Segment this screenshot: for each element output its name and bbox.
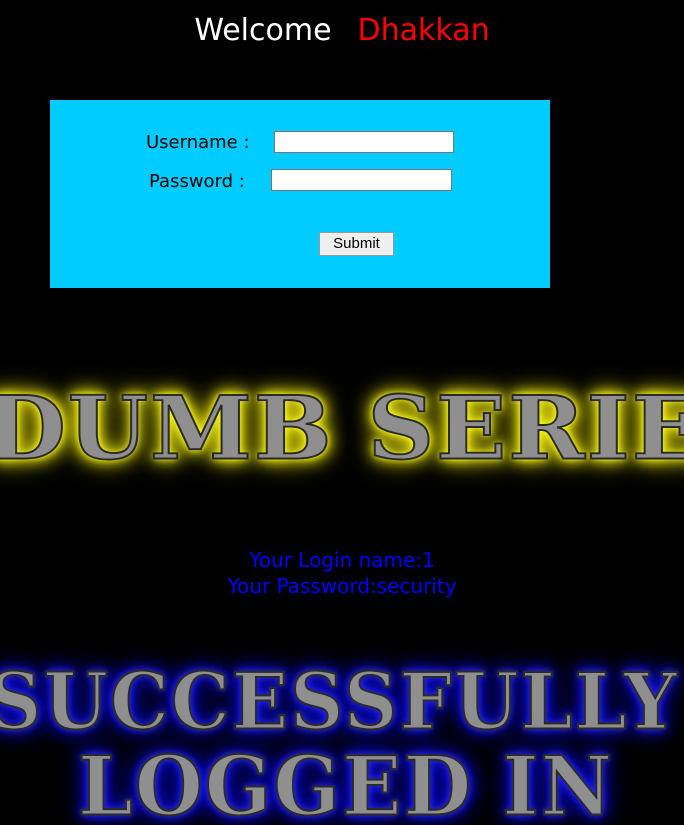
welcome-text: Welcome [194,13,332,48]
page: Welcome Dhakkan Username : Password : Sub… [0,0,684,825]
successfully-banner: SUCCESSFULLY [0,656,679,748]
password-label: Password : [149,171,245,192]
submit-button[interactable]: Submit [319,232,394,256]
user-name-text: Dhakkan [357,13,490,48]
login-form: Username : Password : Submit [50,100,550,288]
logged-in-banner: LOGGED IN [77,738,615,825]
username-label: Username : [146,132,250,153]
password-input[interactable] [271,169,452,191]
welcome-heading: Welcome Dhakkan [0,12,684,50]
dumb-series-banner: DUMB SERIES [0,376,684,480]
password-result: Your Password:security [227,574,457,598]
username-input[interactable] [274,131,454,153]
login-name-result: Your Login name:1 [249,548,435,572]
